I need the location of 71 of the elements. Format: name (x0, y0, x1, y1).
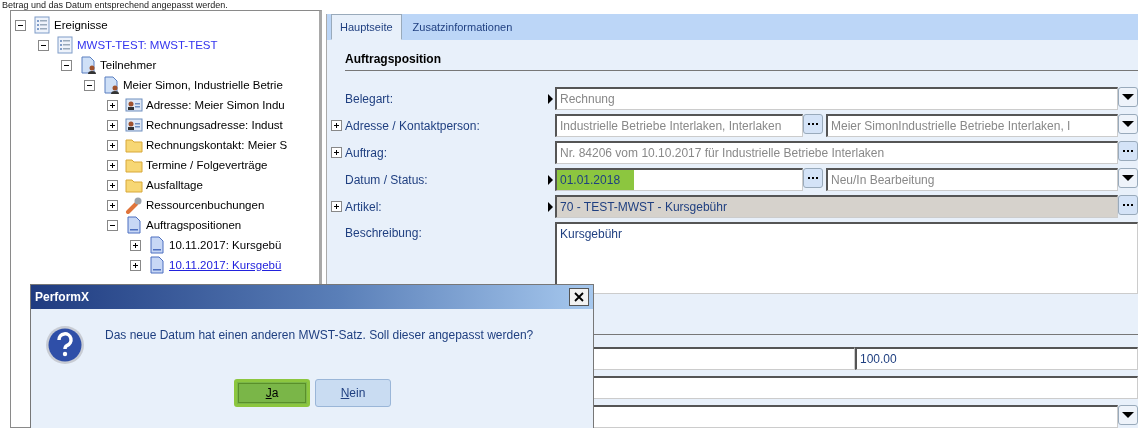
folder-icon (125, 176, 143, 194)
list-icon (56, 36, 74, 54)
dialog-message: Das neue Datum hat einen anderen MWST-Satz. Soll dieser angepasst werden? (105, 328, 534, 342)
ellipsis-button[interactable] (1118, 195, 1138, 215)
close-button[interactable] (569, 288, 589, 306)
expand-icon[interactable] (331, 120, 342, 131)
document-icon (148, 256, 166, 274)
tree-item[interactable]: Auftragspositionen (146, 219, 242, 231)
ellipsis-button[interactable] (803, 114, 823, 134)
folder-icon (125, 136, 143, 154)
tree-toggle[interactable] (84, 79, 95, 91)
document-icon (148, 236, 166, 254)
contact-card-icon (125, 96, 143, 114)
dropdown-button[interactable] (1118, 168, 1138, 188)
person-document-icon (102, 76, 120, 94)
close-icon (573, 291, 585, 303)
tree-item[interactable]: Adresse: Meier Simon Indu (146, 99, 285, 111)
contact-card-icon (125, 116, 143, 134)
wrench-icon (125, 196, 143, 214)
dropdown-button[interactable] (1118, 87, 1138, 107)
tree-toggle[interactable] (107, 99, 118, 111)
expand-icon[interactable] (331, 147, 342, 158)
document-icon (125, 216, 143, 234)
tree-item[interactable]: 10.11.2017: Kursgebü (169, 239, 282, 251)
tree-toggle[interactable] (61, 59, 72, 71)
tree-toggle[interactable] (107, 199, 118, 211)
ellipsis-button[interactable] (1118, 141, 1138, 161)
tree-toggle[interactable] (107, 219, 118, 231)
tree-toggle[interactable] (107, 119, 118, 131)
tree-item[interactable]: Ereignisse (54, 19, 108, 31)
expand-icon[interactable] (331, 201, 342, 212)
field-label: Artikel: (345, 199, 383, 214)
tree-item[interactable]: Ausfalltage (146, 179, 203, 191)
dialog-button[interactable]: Nein (315, 379, 391, 407)
dialog-button[interactable]: Ja (234, 379, 310, 407)
field-label: Datum / Status: (345, 172, 429, 187)
tree-item[interactable]: Meier Simon, Industrielle Betrie (123, 79, 283, 91)
tree-toggle[interactable] (107, 159, 118, 171)
text-area[interactable]: Kursgebühr (555, 222, 1138, 294)
caption-text: Betrag und das Datum entsprechend angepasst werden. (1, 0, 228, 10)
field-label: Belegart: (345, 91, 395, 106)
field-label: Beschreibung: (345, 226, 423, 240)
tab[interactable]: Hauptseite (331, 14, 402, 40)
tree-item[interactable]: Rechnungsadresse: Indust (146, 119, 283, 131)
tree-item[interactable]: Termine / Folgeverträge (146, 159, 268, 171)
amount-field[interactable]: 100.00 (855, 347, 1138, 370)
tree-item[interactable]: MWST-TEST: MWST-TEST (77, 39, 218, 51)
list-icon (33, 16, 51, 34)
tree-toggle[interactable] (107, 179, 118, 191)
section-title: Auftragsposition (345, 52, 441, 66)
tree-item[interactable]: Ressourcenbuchungen (146, 199, 265, 211)
tree-item[interactable]: 10.11.2017: Kursgebü (169, 259, 282, 271)
tree-toggle[interactable] (107, 139, 118, 151)
tree-item[interactable]: Teilnehmer (100, 59, 157, 71)
input-field[interactable]: 70 - TEST-MWST - Kursgebühr (555, 195, 1118, 218)
dialog-title: PerformX (35, 290, 90, 304)
question-icon (45, 325, 85, 365)
dropdown-button[interactable] (1118, 114, 1138, 134)
field-label: Adresse / Kontaktperson: (345, 118, 481, 133)
tab[interactable]: Zusatzinformationen (403, 14, 522, 40)
tree-toggle[interactable] (38, 39, 49, 51)
tree-item[interactable]: Rechnungskontakt: Meier S (146, 139, 288, 151)
folder-icon (125, 156, 143, 174)
tree-toggle[interactable] (130, 239, 141, 251)
tree-toggle[interactable] (15, 19, 26, 31)
dropdown-button[interactable] (1118, 405, 1138, 425)
input-field[interactable]: 01.01.2018 (555, 168, 803, 191)
person-document-icon (79, 56, 97, 74)
ellipsis-button[interactable] (803, 168, 823, 188)
tree-toggle[interactable] (130, 259, 141, 271)
field-label: Auftrag: (345, 145, 389, 160)
